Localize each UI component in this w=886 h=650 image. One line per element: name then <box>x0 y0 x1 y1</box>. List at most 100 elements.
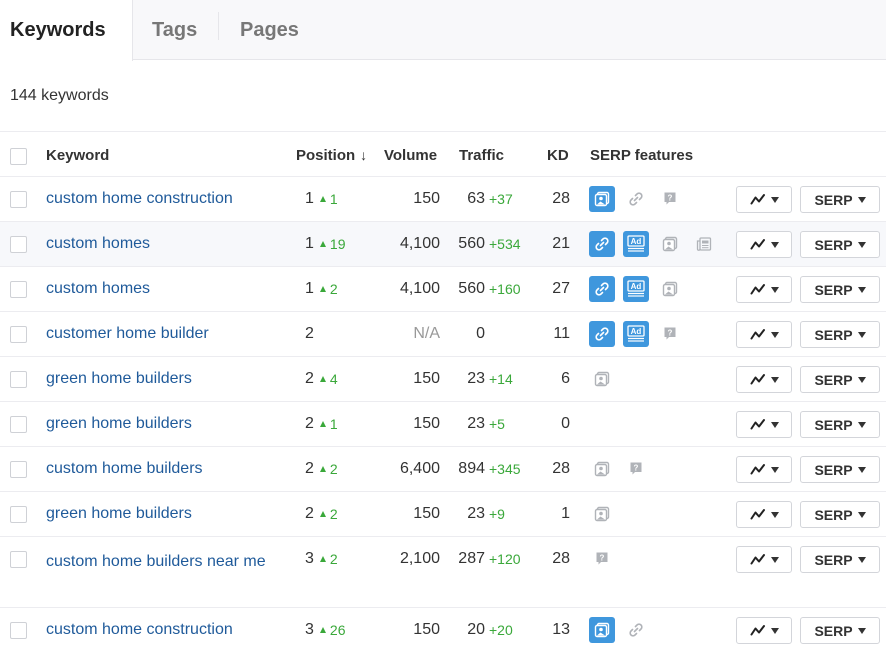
up-arrow-icon <box>319 556 326 562</box>
keyword-link[interactable]: custom home builders <box>46 447 276 491</box>
column-header-keyword[interactable]: Keyword <box>46 132 276 178</box>
keyword-link[interactable]: green home builders <box>46 402 276 446</box>
serp-features: Ad <box>589 222 729 266</box>
position-change: 2 <box>319 281 338 297</box>
image-pack-icon[interactable] <box>589 456 615 482</box>
position-history-button[interactable] <box>736 546 792 573</box>
image-pack-icon[interactable] <box>589 617 615 643</box>
position-cell: 2 <box>305 312 375 356</box>
keyword-link[interactable]: green home builders <box>46 357 276 401</box>
column-header-volume[interactable]: Volume <box>384 132 444 178</box>
row-checkbox[interactable] <box>10 326 27 343</box>
caret-down-icon <box>770 556 779 563</box>
position-history-button[interactable] <box>736 366 792 393</box>
question-icon[interactable]: ? <box>623 456 649 482</box>
keyword-link[interactable]: custom homes <box>46 267 276 311</box>
question-icon[interactable]: ? <box>589 546 615 572</box>
trend-line-icon <box>750 192 766 208</box>
position-change-value: 26 <box>329 622 346 638</box>
position-change-value: 2 <box>329 551 338 567</box>
position-value: 1 <box>305 280 314 297</box>
serp-button[interactable]: SERP <box>800 501 880 528</box>
tab-tags[interactable]: Tags <box>133 0 218 60</box>
position-change: 26 <box>319 622 346 638</box>
row-checkbox[interactable] <box>10 551 27 568</box>
link-icon[interactable] <box>623 617 649 643</box>
image-pack-icon[interactable] <box>657 231 683 257</box>
caret-down-icon <box>857 196 866 203</box>
serp-button[interactable]: SERP <box>800 276 880 303</box>
link-icon[interactable] <box>589 321 615 347</box>
question-icon[interactable]: ? <box>657 186 683 212</box>
position-cell: 22 <box>305 447 375 491</box>
position-history-button[interactable] <box>736 276 792 303</box>
row-checkbox[interactable] <box>10 236 27 253</box>
serp-button[interactable]: SERP <box>800 456 880 483</box>
svg-text:?: ? <box>668 328 673 337</box>
keyword-link[interactable]: custom homes <box>46 222 276 266</box>
keyword-link[interactable]: custom home construction <box>46 177 276 221</box>
caret-down-icon <box>857 376 866 383</box>
keyword-link[interactable]: green home builders <box>46 492 276 536</box>
row-checkbox[interactable] <box>10 416 27 433</box>
serp-button[interactable]: SERP <box>800 546 880 573</box>
column-header-position[interactable]: Position ↓ <box>296 132 368 178</box>
position-history-button[interactable] <box>736 456 792 483</box>
tab-pages[interactable]: Pages <box>219 0 329 60</box>
row-checkbox[interactable] <box>10 461 27 478</box>
keyword-link[interactable]: custom home builders near me <box>46 537 276 608</box>
keyword-link[interactable]: customer home builder <box>46 312 276 356</box>
sort-desc-icon: ↓ <box>360 147 368 163</box>
table-row: customer home builder 2 N/A 0 11 Ad? SERP <box>0 312 886 357</box>
svg-text:?: ? <box>668 193 673 202</box>
row-checkbox[interactable] <box>10 371 27 388</box>
serp-button[interactable]: SERP <box>800 411 880 438</box>
image-pack-icon[interactable] <box>589 501 615 527</box>
image-pack-icon[interactable] <box>657 276 683 302</box>
position-value: 1 <box>305 235 314 252</box>
ad-icon[interactable]: Ad <box>623 276 649 302</box>
serp-button[interactable]: SERP <box>800 617 880 644</box>
position-change-value: 2 <box>329 281 338 297</box>
row-checkbox[interactable] <box>10 622 27 639</box>
select-all-checkbox[interactable] <box>10 148 27 165</box>
link-icon[interactable] <box>589 276 615 302</box>
keyword-link[interactable]: custom home construction <box>46 608 276 650</box>
position-history-button[interactable] <box>736 231 792 258</box>
column-header-kd[interactable]: KD <box>547 132 577 178</box>
ad-icon[interactable]: Ad <box>623 321 649 347</box>
caret-down-icon <box>770 466 779 473</box>
kd-cell: 27 <box>552 280 570 297</box>
up-arrow-icon <box>319 196 326 202</box>
column-header-traffic[interactable]: Traffic <box>459 132 549 178</box>
news-icon[interactable] <box>691 231 717 257</box>
row-checkbox[interactable] <box>10 506 27 523</box>
tab-keywords[interactable]: Keywords <box>0 0 133 61</box>
serp-features <box>589 492 729 536</box>
trend-line-icon <box>750 552 766 568</box>
row-checkbox[interactable] <box>10 281 27 298</box>
caret-down-icon <box>857 627 866 634</box>
question-icon[interactable]: ? <box>657 321 683 347</box>
position-history-button[interactable] <box>736 321 792 348</box>
image-pack-icon[interactable] <box>589 366 615 392</box>
row-checkbox[interactable] <box>10 191 27 208</box>
link-icon[interactable] <box>623 186 649 212</box>
svg-text:Ad: Ad <box>631 282 642 291</box>
serp-button[interactable]: SERP <box>800 231 880 258</box>
serp-button[interactable]: SERP <box>800 186 880 213</box>
image-pack-icon[interactable] <box>589 186 615 212</box>
link-icon[interactable] <box>589 231 615 257</box>
traffic-cell: 23 +14 <box>455 357 545 401</box>
position-history-button[interactable] <box>736 501 792 528</box>
ad-icon[interactable]: Ad <box>623 231 649 257</box>
position-history-button[interactable] <box>736 617 792 644</box>
serp-button[interactable]: SERP <box>800 321 880 348</box>
svg-text:Ad: Ad <box>631 237 642 246</box>
caret-down-icon <box>770 286 779 293</box>
up-arrow-icon <box>319 421 326 427</box>
serp-button[interactable]: SERP <box>800 366 880 393</box>
position-history-button[interactable] <box>736 186 792 213</box>
position-history-button[interactable] <box>736 411 792 438</box>
traffic-value: 23 <box>467 415 485 432</box>
